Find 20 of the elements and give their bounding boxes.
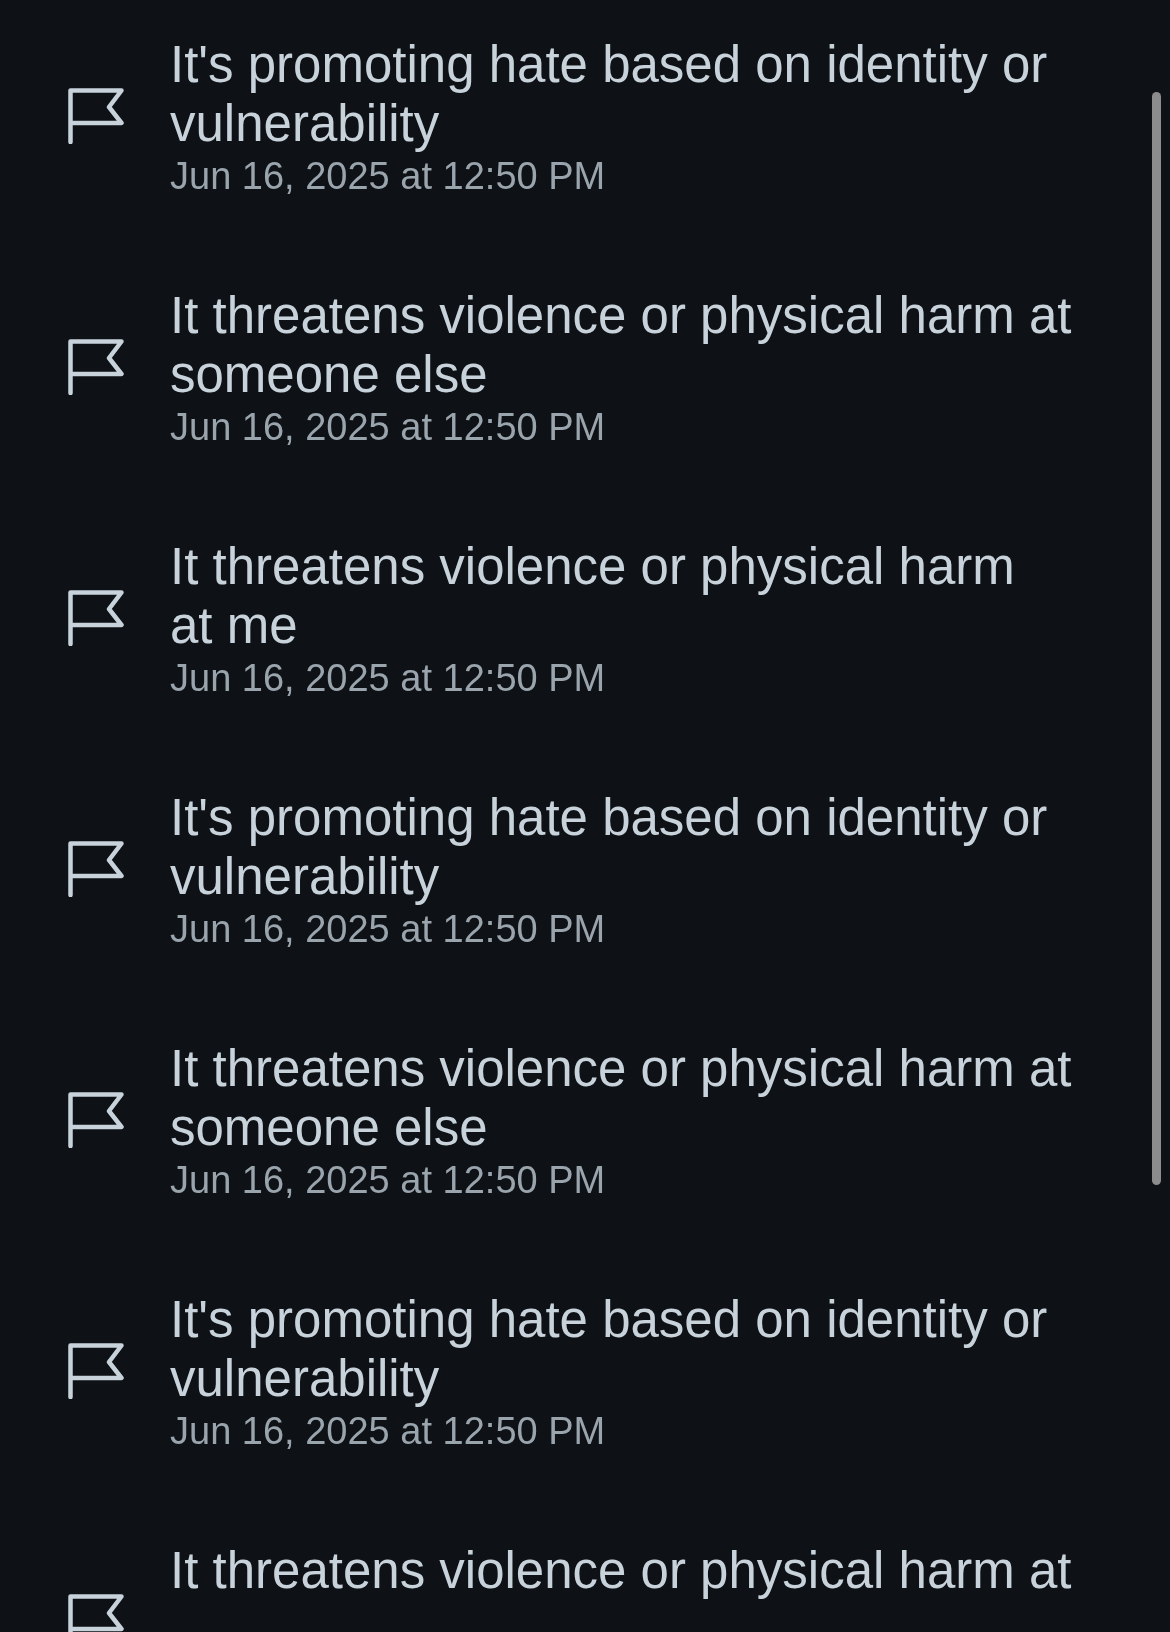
report-reason: It threatens violence or physical harm at me [170,537,1016,655]
scrollbar[interactable] [1152,92,1161,1185]
report-date: Jun 16, 2025 at 12:50 PM [170,907,606,952]
report-date: Jun 16, 2025 at 12:50 PM [170,656,606,701]
flag-icon [68,590,124,646]
report-date: Jun 16, 2025 at 12:50 PM [170,1409,606,1454]
report-reason: It threatens violence or physical harm at someone else [170,1039,1073,1157]
report-reason: It threatens violence or physical harm at [170,1541,1072,1600]
flag-icon [68,88,124,144]
report-reason: It's promoting hate based on identity or vulnerability [170,1290,1049,1408]
report-reason: It's promoting hate based on identity or vulnerability [170,35,1049,153]
report-date: Jun 16, 2025 at 12:50 PM [170,405,606,450]
flag-icon [68,1092,124,1148]
report-date: Jun 16, 2025 at 12:50 PM [170,154,606,199]
flag-icon [68,841,124,897]
flag-icon [68,339,124,395]
report-reason: It threatens violence or physical harm at someone else [170,286,1073,404]
report-reason: It's promoting hate based on identity or vulnerability [170,788,1049,906]
flag-icon [68,1343,124,1399]
report-date: Jun 16, 2025 at 12:50 PM [170,1158,606,1203]
